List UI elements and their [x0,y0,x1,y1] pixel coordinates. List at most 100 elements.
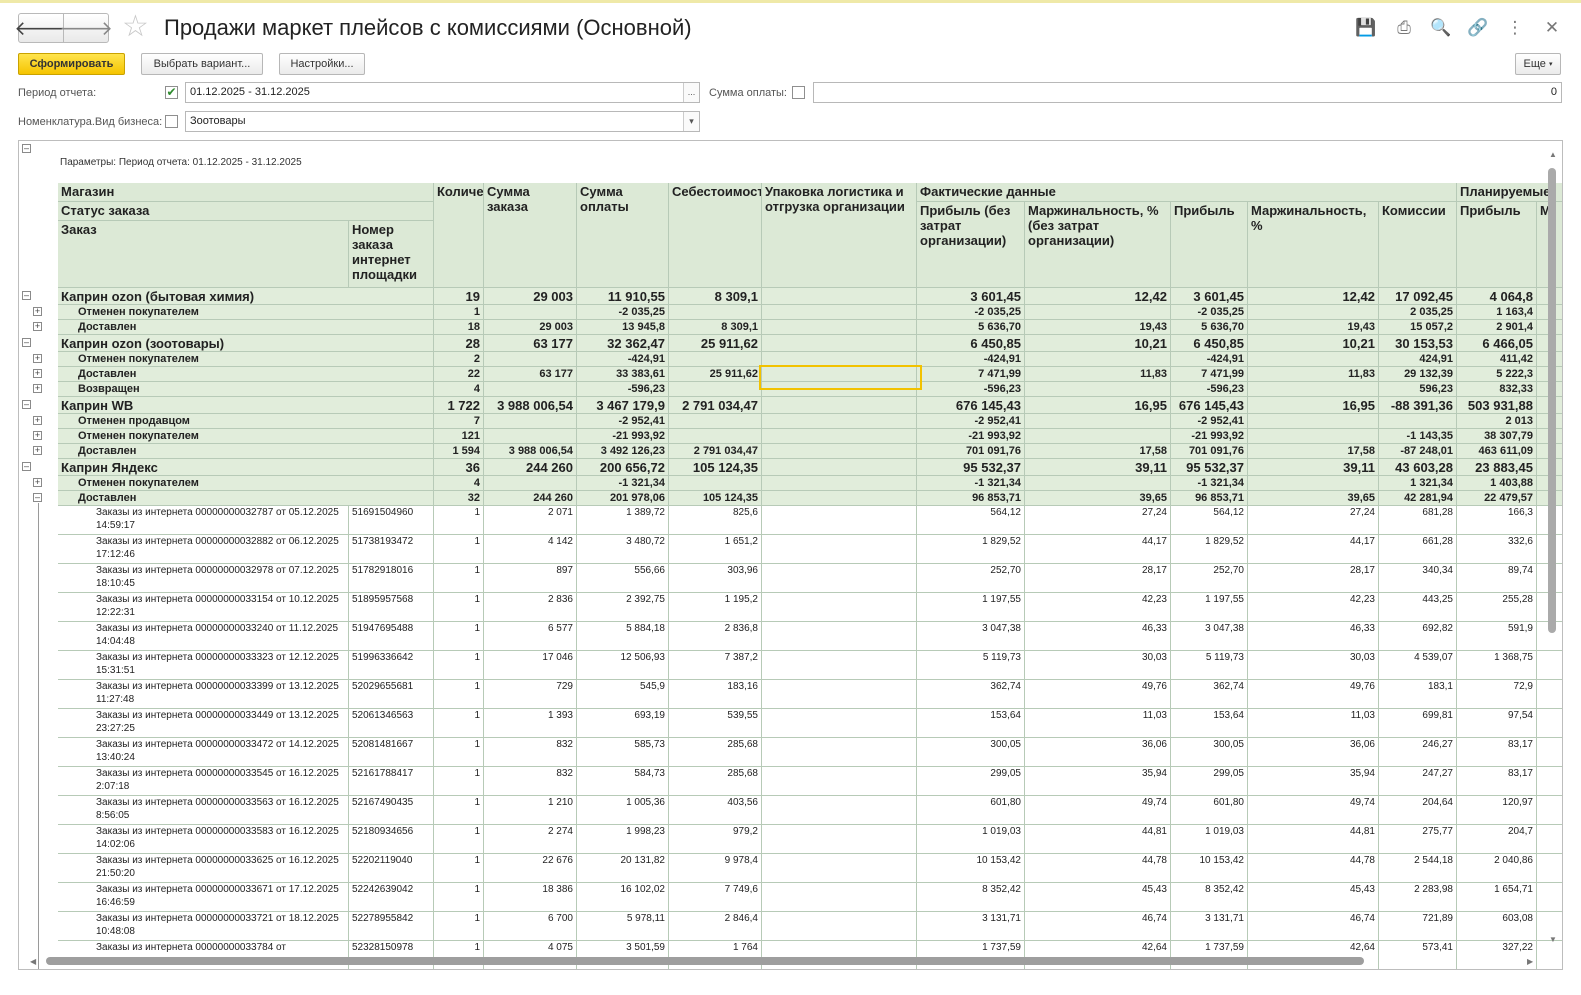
table-cell: -1 321,34 [1171,476,1248,491]
table-cell: 11,83 [1025,367,1171,382]
report-area[interactable]: – Параметры: Период отчета: 01.12.2025 -… [18,140,1563,970]
payment-sum-checkbox[interactable] [792,86,805,99]
generate-button[interactable]: Сформировать [18,53,125,75]
dropdown-arrow-icon: ▾ [1548,61,1553,68]
group-expand-icon[interactable]: + [33,307,42,316]
save-icon[interactable]: 💾 [1354,16,1378,40]
table-cell: 585,73 [577,738,669,767]
preview-icon[interactable]: 🔍 [1429,16,1453,40]
status-name: Доставлен [58,320,434,335]
back-button[interactable]: 🡐 [14,13,68,43]
table-cell: 252,70 [917,564,1025,593]
table-cell: 63 177 [484,367,577,382]
table-cell: 1 [434,883,484,912]
business-type-label: Номенклатура.Вид бизнеса: [18,116,163,128]
table-cell: 166,3 [1457,506,1537,535]
table-cell: 10,21 [1248,335,1379,352]
status-name: Доставлен [58,491,434,506]
table-cell: 1 [434,854,484,883]
payment-sum-field[interactable]: 0 [813,82,1562,103]
business-type-field[interactable]: Зоотовары ▾ [185,111,700,132]
group-expand-icon[interactable]: + [33,354,42,363]
tree-line [38,503,39,969]
table-cell: 603,08 [1457,912,1537,941]
table-cell: 19,43 [1025,320,1171,335]
group-expand-icon[interactable]: + [33,369,42,378]
scroll-up-icon[interactable]: ▲ [1549,150,1557,159]
table-cell: 1 [434,506,484,535]
table-cell: 3 047,38 [1171,622,1248,651]
table-cell: -596,23 [1171,382,1248,397]
choose-variant-button[interactable]: Выбрать вариант... [141,53,263,75]
table-cell [762,825,917,854]
table-cell: 95 532,37 [917,459,1025,476]
table-cell: 8 352,42 [1171,883,1248,912]
table-cell: 4 [434,382,484,397]
link-icon[interactable]: 🔗 [1466,16,1490,40]
table-cell: 49,76 [1248,680,1379,709]
table-cell [669,382,762,397]
table-cell [762,491,917,506]
platform-order-number: 51738193472 [349,535,434,564]
group-expand-icon[interactable]: + [33,431,42,440]
group-expand-icon[interactable]: + [33,446,42,455]
table-cell: 2 013 [1457,414,1537,429]
group-collapse-icon[interactable]: – [22,338,31,347]
table-cell: 556,66 [577,564,669,593]
period-select-button[interactable]: ... [683,83,699,102]
forward-button[interactable]: 🡒 [59,13,113,43]
group-expand-icon[interactable]: + [33,322,42,331]
favorite-star-icon[interactable]: ☆ [122,12,149,42]
table-cell: 2 392,75 [577,593,669,622]
table-cell: 2 040,86 [1457,854,1537,883]
table-cell [762,459,917,476]
table-cell: -1 321,34 [917,476,1025,491]
table-cell: 12,42 [1025,288,1171,305]
horizontal-scrollbar-thumb[interactable] [46,957,1364,965]
selected-cell[interactable] [759,365,922,390]
more-button[interactable]: Еще ▾ [1515,53,1561,75]
period-field[interactable]: 01.12.2025 - 31.12.2025... [185,82,700,103]
group-expand-icon[interactable]: + [33,416,42,425]
collapse-params-icon[interactable]: – [22,144,31,153]
header-cost: Себестоимость [669,183,762,288]
table-cell: 1 163,4 [1457,305,1537,320]
table-cell: 39,65 [1025,491,1171,506]
table-cell: 200 656,72 [577,459,669,476]
group-expand-icon[interactable]: + [33,478,42,487]
table-cell: 340,34 [1379,564,1457,593]
table-cell [1025,476,1171,491]
table-cell: 5 119,73 [917,651,1025,680]
table-cell: 38 307,79 [1457,429,1537,444]
settings-button[interactable]: Настройки... [279,53,365,75]
group-collapse-icon[interactable]: – [22,462,31,471]
scroll-right-icon[interactable]: ▶ [1527,957,1533,966]
table-cell: 699,81 [1379,709,1457,738]
table-cell: 28 [434,335,484,352]
more-vertical-icon[interactable]: ⋮ [1503,16,1527,40]
group-expand-icon[interactable]: + [33,384,42,393]
platform-order-number: 52029655681 [349,680,434,709]
table-cell: 832 [484,767,577,796]
scroll-left-icon[interactable]: ◀ [30,957,36,966]
group-collapse-icon[interactable]: – [22,291,31,300]
business-type-dropdown[interactable]: ▾ [683,112,699,131]
table-cell: 2 544,18 [1379,854,1457,883]
table-cell: 63 177 [484,335,577,352]
table-cell-overflow [1537,767,1562,796]
vertical-scrollbar-thumb[interactable] [1548,168,1556,633]
scroll-down-icon[interactable]: ▼ [1549,935,1557,944]
table-cell: 4 [434,476,484,491]
group-collapse-icon[interactable]: – [22,400,31,409]
status-name: Отменен покупателем [58,429,434,444]
close-icon[interactable]: ✕ [1540,16,1564,40]
table-cell: 36,06 [1248,738,1379,767]
status-name: Доставлен [58,444,434,459]
business-type-checkbox[interactable] [165,115,178,128]
period-checkbox[interactable]: ✔ [165,86,178,99]
group-collapse-icon[interactable]: – [33,493,42,502]
print-icon[interactable]: ⎙ [1392,16,1416,40]
table-cell: 1 210 [484,796,577,825]
table-cell: 1 651,2 [669,535,762,564]
order-name: Заказы из интернета 00000000033563 от 16… [58,796,349,825]
